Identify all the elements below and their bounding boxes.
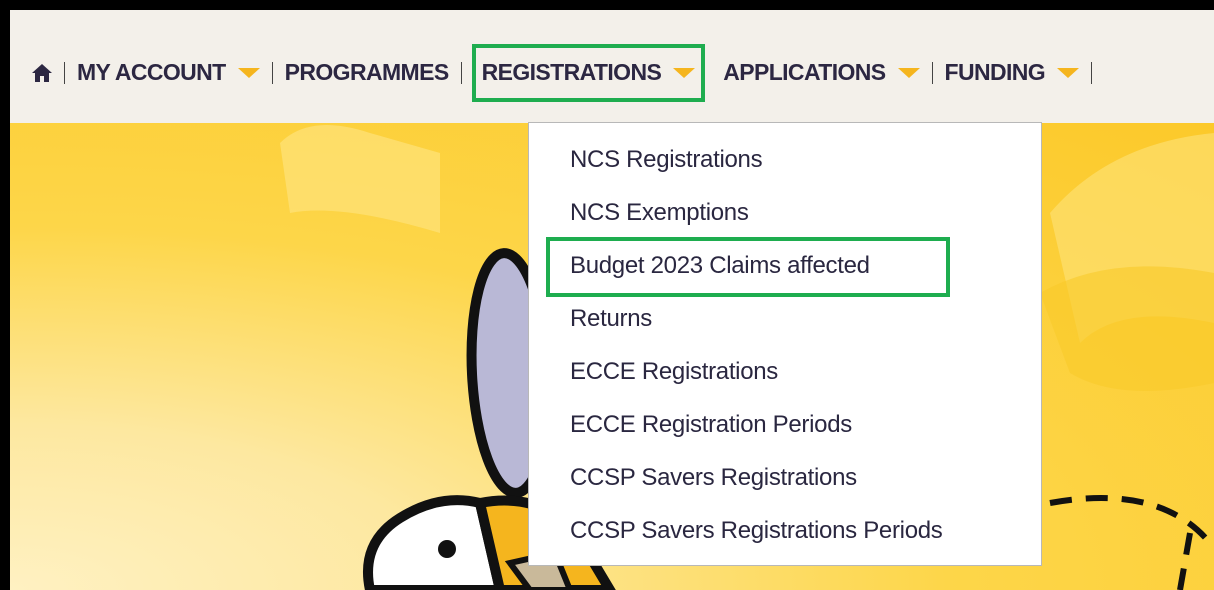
nav-registrations-label: REGISTRATIONS bbox=[481, 59, 662, 85]
menu-item-label: CCSP Savers Registrations Periods bbox=[570, 517, 943, 544]
nav-separator bbox=[64, 61, 65, 84]
registrations-dropdown-menu: NCS Registrations NCS Exemptions Budget … bbox=[528, 122, 1042, 566]
nav-separator bbox=[271, 61, 273, 84]
menu-item-returns[interactable]: Returns bbox=[529, 302, 1041, 355]
home-icon[interactable] bbox=[32, 63, 52, 82]
menu-item-label: NCS Registrations bbox=[570, 146, 763, 173]
menu-item-ccsp-savers-registrations[interactable]: CCSP Savers Registrations bbox=[529, 461, 1041, 514]
nav-separator bbox=[1091, 61, 1093, 84]
nav-separator bbox=[931, 61, 933, 84]
chevron-down-icon bbox=[897, 67, 920, 78]
menu-item-label: CCSP Savers Registrations bbox=[570, 464, 857, 491]
menu-item-ncs-registrations[interactable]: NCS Registrations bbox=[529, 143, 1041, 196]
nav-programmes[interactable]: PROGRAMMES bbox=[284, 48, 450, 98]
nav-applications-label: APPLICATIONS bbox=[723, 59, 886, 85]
nav-registrations[interactable]: REGISTRATIONS bbox=[471, 43, 706, 102]
chevron-down-icon bbox=[1057, 67, 1080, 78]
menu-item-label: ECCE Registration Periods bbox=[570, 411, 852, 438]
menu-item-label: Budget 2023 Claims affected bbox=[546, 237, 950, 297]
nav-my-account-label: MY ACCOUNT bbox=[77, 59, 226, 85]
chevron-down-icon bbox=[673, 67, 696, 78]
main-navbar: MY ACCOUNT PROGRAMMES REGISTRATIONS APPL… bbox=[10, 10, 1214, 123]
menu-item-ecce-registration-periods[interactable]: ECCE Registration Periods bbox=[529, 408, 1041, 461]
nav-funding-label: FUNDING bbox=[944, 59, 1046, 85]
menu-item-label: NCS Exemptions bbox=[570, 199, 749, 226]
menu-item-budget-2023-claims-affected[interactable]: Budget 2023 Claims affected bbox=[529, 237, 1041, 302]
menu-item-ccsp-savers-registrations-periods[interactable]: CCSP Savers Registrations Periods bbox=[529, 514, 1041, 567]
chevron-down-icon bbox=[237, 67, 260, 78]
browser-viewport: MY ACCOUNT PROGRAMMES REGISTRATIONS APPL… bbox=[10, 10, 1214, 590]
nav-programmes-label: PROGRAMMES bbox=[284, 59, 450, 85]
menu-item-label: ECCE Registrations bbox=[570, 358, 779, 385]
nav-my-account[interactable]: MY ACCOUNT bbox=[77, 48, 260, 98]
nav-funding[interactable]: FUNDING bbox=[945, 48, 1080, 98]
menu-item-ecce-registrations[interactable]: ECCE Registrations bbox=[529, 355, 1041, 408]
menu-item-label: Returns bbox=[570, 305, 652, 332]
nav-applications[interactable]: APPLICATIONS bbox=[723, 48, 920, 98]
nav-separator bbox=[460, 61, 462, 84]
